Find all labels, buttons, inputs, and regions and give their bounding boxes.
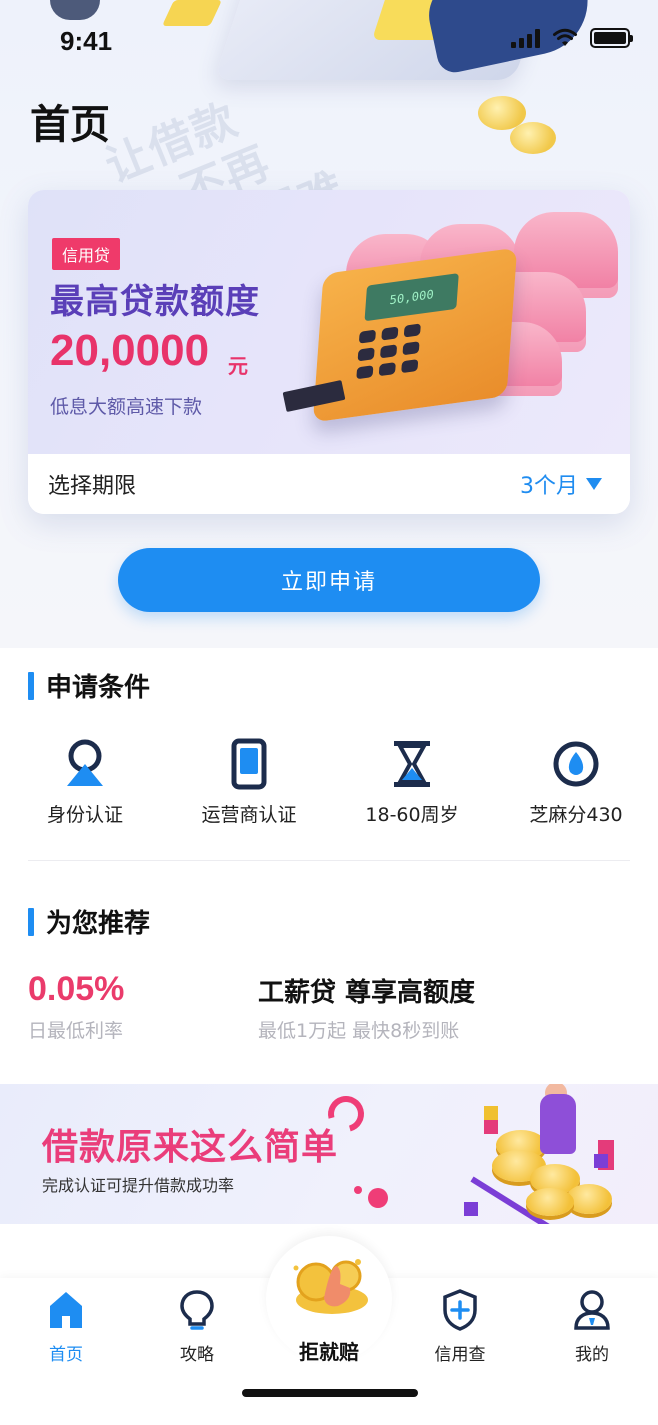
condition-item-identity: 身份认证 xyxy=(3,738,167,827)
pos-screen: 50,000 xyxy=(364,273,459,322)
period-dropdown[interactable]: 3个月 xyxy=(520,468,602,500)
recommend-rate-label: 日最低利率 xyxy=(28,1020,124,1042)
wifi-icon xyxy=(553,28,577,46)
recommend-section-header: 为您推荐 xyxy=(28,903,150,940)
decor-cube xyxy=(484,1106,498,1120)
tab-credit-check[interactable]: 信用查 xyxy=(400,1288,520,1365)
loan-headline: 最高贷款额度 xyxy=(50,282,260,322)
section-accent-bar xyxy=(28,907,34,936)
status-bar: 9:41 xyxy=(0,0,658,86)
promo-banner[interactable]: 借款原来这么简单 完成认证可提升借款成功率 xyxy=(0,1084,658,1224)
hourglass-icon xyxy=(394,741,430,787)
caret-down-icon xyxy=(586,478,602,490)
period-label: 选择期限 xyxy=(48,474,137,499)
sesame-score-icon xyxy=(553,741,599,787)
condition-item-carrier: 运营商认证 xyxy=(167,738,331,827)
tab-guide[interactable]: 攻略 xyxy=(137,1288,257,1365)
decor-cube xyxy=(594,1154,608,1168)
condition-label: 运营商认证 xyxy=(201,804,297,826)
tab-label: 我的 xyxy=(575,1345,609,1365)
condition-label: 芝麻分430 xyxy=(529,804,623,826)
decor-cube xyxy=(464,1202,478,1216)
coin-stack-illustration xyxy=(526,1188,574,1216)
shield-plus-icon xyxy=(443,1289,477,1331)
mobile-phone-icon xyxy=(231,738,267,790)
status-icons xyxy=(511,28,633,48)
loan-period-selector[interactable]: 选择期限 3个月 xyxy=(28,454,630,514)
decor-dot xyxy=(368,1188,388,1208)
home-icon xyxy=(50,1292,82,1328)
loan-tag-badge: 信用贷 xyxy=(52,238,121,270)
id-person-icon xyxy=(67,739,103,786)
loan-subtitle: 低息大额高速下款 xyxy=(50,396,203,418)
coin-hand-icon xyxy=(293,1259,368,1314)
apply-button[interactable]: 立即申请 xyxy=(118,548,540,612)
tab-label: 信用查 xyxy=(434,1345,486,1365)
condition-item-sesame: 芝麻分430 xyxy=(494,738,658,827)
promo-title: 借款原来这么简单 xyxy=(42,1127,339,1168)
loan-card[interactable]: 50,000 信用贷 最高贷款额度 20,0000 元 低息大额高速下款 选择期… xyxy=(28,190,630,514)
section-divider xyxy=(28,860,630,861)
decor-cube xyxy=(484,1120,498,1134)
tab-label: 首页 xyxy=(49,1345,83,1365)
lightbulb-icon xyxy=(180,1290,214,1330)
page-title: 首页 xyxy=(30,102,110,148)
loan-amount-unit: 元 xyxy=(228,354,248,378)
conditions-section-header: 申请条件 xyxy=(28,667,150,704)
decor-coin xyxy=(510,122,556,154)
conditions-title: 申请条件 xyxy=(46,673,151,703)
decor-dot xyxy=(354,1186,362,1194)
recommend-product-title: 工薪贷 尊享高额度 xyxy=(258,978,476,1008)
status-time: 9:41 xyxy=(60,26,113,56)
period-value: 3个月 xyxy=(520,474,578,499)
section-accent-bar xyxy=(28,671,34,700)
tab-mine[interactable]: 我的 xyxy=(532,1288,652,1365)
pos-keypad xyxy=(356,323,421,380)
recommend-rate: 0.05% xyxy=(28,970,125,1008)
recommend-product-desc: 最低1万起 最快8秒到账 xyxy=(258,1020,460,1042)
promo-subtitle: 完成认证可提升借款成功率 xyxy=(42,1176,235,1195)
condition-item-age: 18-60周岁 xyxy=(330,738,494,827)
person-illustration xyxy=(540,1094,576,1154)
recommend-title: 为您推荐 xyxy=(46,909,151,939)
cellular-signal-icon xyxy=(511,28,540,48)
user-icon xyxy=(574,1290,610,1330)
loan-banner: 50,000 信用贷 最高贷款额度 20,0000 元 低息大额高速下款 xyxy=(28,190,630,454)
battery-icon xyxy=(590,28,633,48)
conditions-grid: 身份认证 运营商认证 18-60周岁 芝麻分430 xyxy=(0,738,658,838)
tab-label: 拒就赔 xyxy=(299,1340,359,1364)
condition-label: 18-60周岁 xyxy=(365,804,459,826)
tab-home[interactable]: 首页 xyxy=(6,1288,126,1365)
tab-label: 攻略 xyxy=(180,1345,214,1365)
condition-label: 身份认证 xyxy=(46,804,123,826)
home-indicator[interactable] xyxy=(242,1389,418,1397)
loan-amount: 20,0000 xyxy=(50,326,210,375)
